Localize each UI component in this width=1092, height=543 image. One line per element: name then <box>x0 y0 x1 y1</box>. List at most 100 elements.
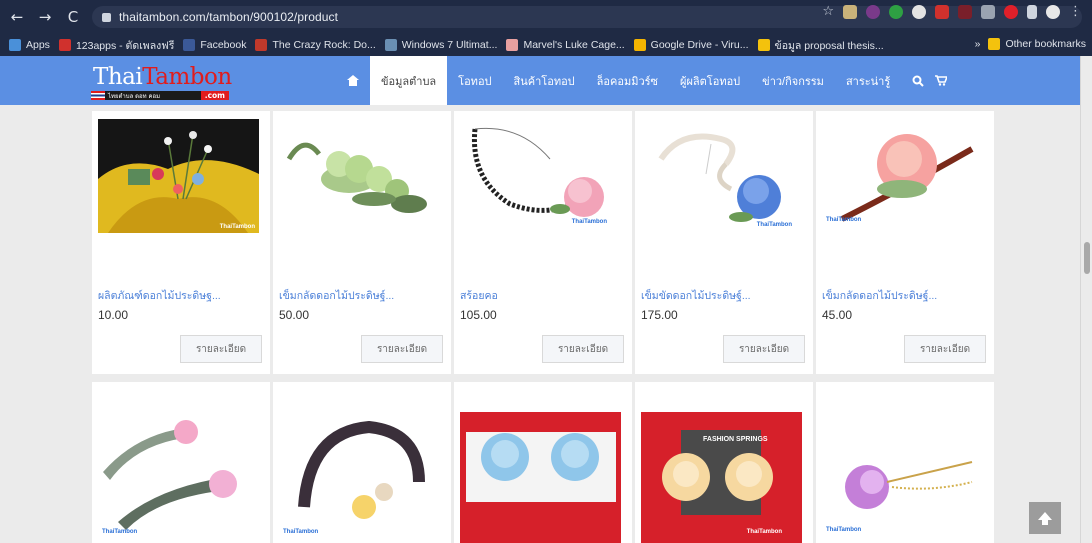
product-image[interactable] <box>279 119 440 233</box>
apps-grid-icon <box>9 39 21 51</box>
scrollbar-thumb[interactable] <box>1084 242 1090 274</box>
product-image[interactable]: ThaiTambon <box>822 412 983 543</box>
menu-knowledge[interactable]: สาระน่ารู้ <box>835 56 901 105</box>
menu-home[interactable] <box>336 56 370 105</box>
product-name[interactable]: เข็มขัดดอกไม้ประดิษฐ์... <box>641 287 751 304</box>
bookmarks-bar: Apps 123apps - ตัดเพลงฟรี Facebook The C… <box>0 34 1092 56</box>
menu-otop-producers[interactable]: ผู้ผลิตโอทอป <box>669 56 751 105</box>
main-menu: ข้อมูลตำบล โอทอป สินค้าโอทอป ล็อคอมมิวร์… <box>336 56 958 105</box>
product-image[interactable] <box>460 412 621 543</box>
menu-otop-products[interactable]: สินค้าโอทอป <box>503 56 586 105</box>
extension-icon[interactable] <box>912 4 926 19</box>
menu-tambon-info[interactable]: ข้อมูลตำบล <box>370 56 448 105</box>
product-photo-yellow-earrings <box>662 430 773 515</box>
bookmarks-overflow-button[interactable]: » <box>975 38 981 50</box>
cart-button[interactable] <box>935 56 958 105</box>
other-bookmarks-button[interactable]: Other bookmarks <box>988 38 1086 50</box>
extension-icon[interactable] <box>935 4 949 19</box>
more-menu-icon[interactable]: ⋮ <box>1069 4 1082 19</box>
details-button[interactable]: รายละเอียด <box>723 335 805 363</box>
product-photo-green-flower-clip <box>286 142 427 213</box>
watermark-text: ThaiTambon <box>826 527 862 533</box>
bookmark-item[interactable]: ข้อมูล proposal thesis... <box>757 37 884 54</box>
product-photo-necklace <box>471 127 604 217</box>
product-image[interactable]: FASHION SPRINGS ThaiTambon <box>641 412 802 543</box>
bookmark-item[interactable]: Marvel's Luke Cage... <box>506 39 625 51</box>
package-text: FASHION SPRINGS <box>703 436 768 443</box>
details-button[interactable]: รายละเอียด <box>542 335 624 363</box>
page-scrollbar[interactable] <box>1080 56 1092 543</box>
forward-icon[interactable]: → <box>34 8 56 26</box>
extension-icon[interactable] <box>981 4 995 19</box>
product-image[interactable]: ThaiTambon <box>98 119 259 233</box>
menu-ecommerce[interactable]: ล็อคอมมิวร์ซ <box>586 56 669 105</box>
product-image[interactable]: ThaiTambon <box>98 412 259 543</box>
back-icon[interactable]: ← <box>6 8 28 26</box>
menu-otop[interactable]: โอทอป <box>447 56 502 105</box>
extension-icon[interactable] <box>843 4 857 19</box>
bookmark-star-icon[interactable]: ☆ <box>822 4 834 19</box>
product-photo-blue-earrings <box>466 432 616 502</box>
bookmark-label: 123apps - ตัดเพลงฟรี <box>75 39 175 52</box>
thai-flag-icon <box>91 91 105 100</box>
watermark-text: ThaiTambon <box>746 529 782 535</box>
search-button[interactable] <box>901 56 935 105</box>
product-card <box>454 382 632 543</box>
logo-tambon: Tambon <box>142 64 232 90</box>
details-button[interactable]: รายละเอียด <box>361 335 443 363</box>
bookmarks-right: » Other bookmarks <box>975 38 1086 50</box>
product-card: ThaiTambon เข็มขัดดอกไม้ประดิษฐ์... 175.… <box>635 111 813 374</box>
product-name[interactable]: เข็มกลัดดอกไม้ประดิษฐ์... <box>822 287 937 304</box>
product-image[interactable]: ThaiTambon <box>279 412 440 543</box>
extension-icon[interactable] <box>889 4 903 19</box>
bookmark-item[interactable]: Windows 7 Ultimat... <box>384 39 498 51</box>
product-name[interactable]: สร้อยคอ <box>460 287 498 304</box>
product-image[interactable]: ThaiTambon <box>822 119 983 233</box>
details-button[interactable]: รายละเอียด <box>180 335 262 363</box>
url-text: thaitambon.com/tambon/900102/product <box>119 10 339 24</box>
bookmark-favicon-icon <box>255 39 268 51</box>
bookmark-label: The Crazy Rock: Do... <box>272 39 376 51</box>
reload-icon[interactable]: C <box>62 8 84 26</box>
product-name[interactable]: เข็มกลัดดอกไม้ประดิษฐ์... <box>279 287 394 304</box>
bookmark-item[interactable]: Apps <box>9 39 50 51</box>
logo-wordmark: ThaiTambon <box>93 64 232 90</box>
extension-icon[interactable] <box>1004 4 1018 19</box>
product-name[interactable]: ผลิตภัณฑ์ดอกไม้ประดิษฐ... <box>98 287 221 304</box>
watermark-text: ThaiTambon <box>219 224 255 230</box>
details-button[interactable]: รายละเอียด <box>904 335 986 363</box>
product-card: FASHION SPRINGS ThaiTambon <box>635 382 813 543</box>
watermark-text: ThaiTambon <box>283 529 319 535</box>
bookmark-item[interactable]: The Crazy Rock: Do... <box>255 39 376 51</box>
profile-avatar-icon[interactable] <box>1046 4 1060 19</box>
watermark-text: ThaiTambon <box>756 222 792 228</box>
bookmark-label: Windows 7 Ultimat... <box>401 39 498 51</box>
product-photo-orchid-brooch <box>845 461 973 509</box>
bookmark-item[interactable]: Google Drive - Viru... <box>633 39 749 51</box>
product-price: 10.00 <box>98 308 129 322</box>
bookmark-favicon-icon <box>58 39 71 51</box>
back-to-top-button[interactable] <box>1029 502 1061 534</box>
bookmark-item[interactable]: Facebook <box>183 39 246 51</box>
extension-icon[interactable] <box>866 4 880 19</box>
product-photo-pink-flower-brooch <box>840 134 974 222</box>
menu-news[interactable]: ข่าว/กิจกรรม <box>751 56 835 105</box>
folder-icon <box>757 39 770 51</box>
product-photo-hair-clips <box>103 420 237 530</box>
bookmark-favicon-icon <box>506 39 519 51</box>
bookmark-favicon-icon <box>384 39 397 51</box>
bookmark-label: Facebook <box>200 39 247 51</box>
cast-icon[interactable] <box>1027 4 1037 19</box>
bookmark-item[interactable]: 123apps - ตัดเพลงฟรี <box>58 37 175 54</box>
product-image[interactable]: ThaiTambon <box>460 119 621 233</box>
site-header: ThaiTambon ไทยตำบล ดอท คอม .com ข้อมูลตำ… <box>0 56 1092 105</box>
extension-icon[interactable] <box>958 4 972 19</box>
logo-strip: ไทยตำบล ดอท คอม .com <box>91 91 229 100</box>
product-card: ThaiTambon <box>816 382 994 543</box>
watermark-text: ThaiTambon <box>102 529 138 535</box>
product-image[interactable]: ThaiTambon <box>641 119 802 233</box>
site-logo[interactable]: ThaiTambon ไทยตำบล ดอท คอม .com <box>91 64 232 100</box>
product-card: ThaiTambon เข็มกลัดดอกไม้ประดิษฐ์... 45.… <box>816 111 994 374</box>
product-card: ThaiTambon <box>273 382 451 543</box>
facebook-icon <box>183 39 196 51</box>
